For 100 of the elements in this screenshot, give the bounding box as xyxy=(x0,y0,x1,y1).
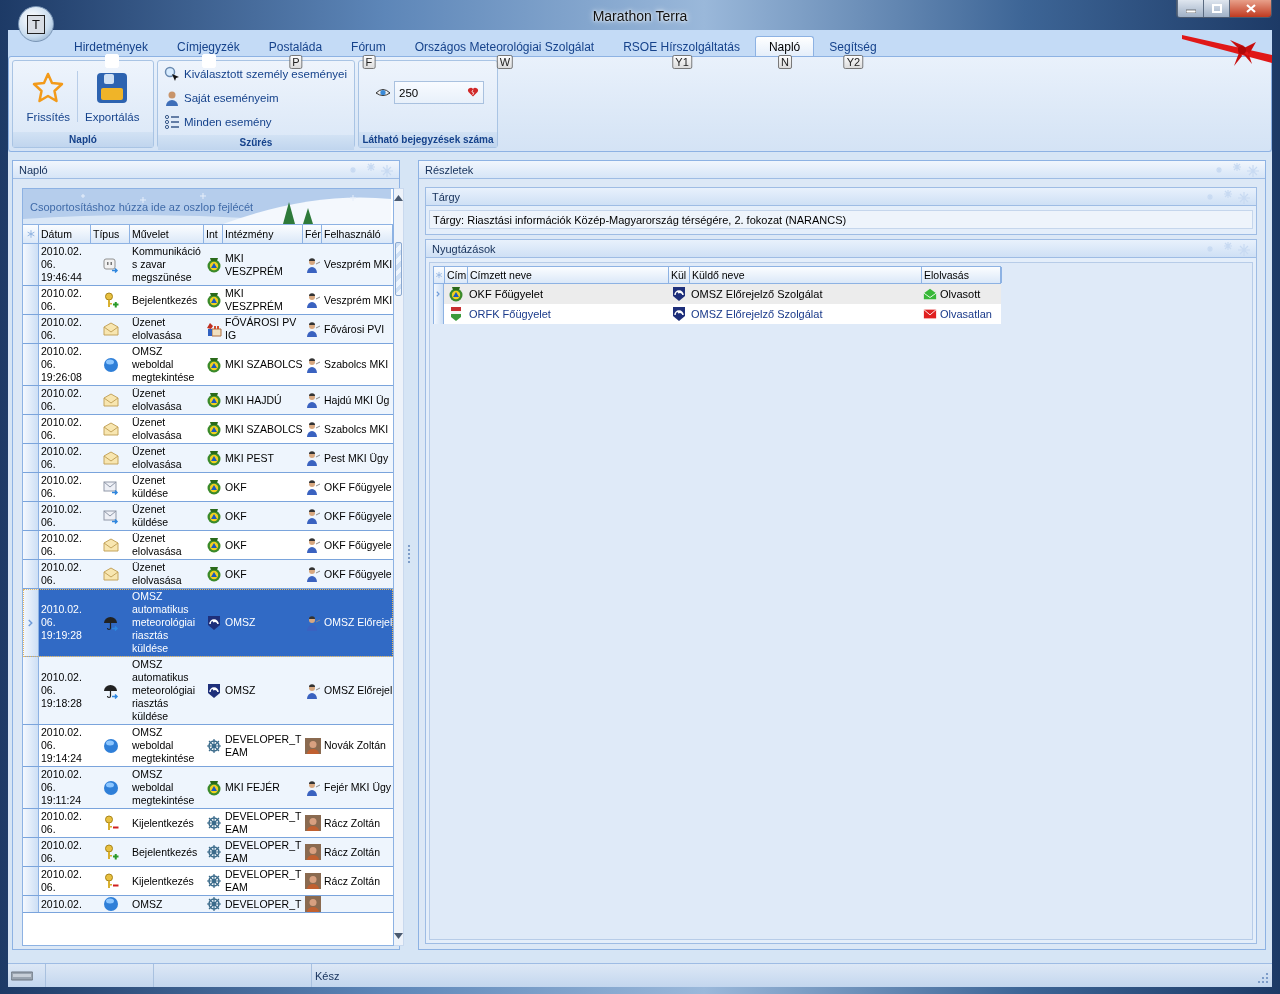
column-header[interactable]: Küldő neve xyxy=(690,267,922,283)
row-header[interactable] xyxy=(23,531,39,559)
ribbon-tab[interactable]: Hirdetmények xyxy=(60,36,163,56)
app-menu-button[interactable]: T xyxy=(18,6,54,42)
minimize-button[interactable] xyxy=(1177,0,1203,17)
close-icon xyxy=(1245,4,1256,13)
table-cell: Bejelentkezés xyxy=(132,845,198,859)
row-header[interactable] xyxy=(23,589,39,656)
splitter-grip[interactable] xyxy=(407,545,411,565)
column-header[interactable]: Elolvasás xyxy=(922,267,1002,283)
row-header[interactable] xyxy=(23,473,39,501)
table-row[interactable]: 2010.02. 06. Üzenet küldése OKF OKF Főügyele xyxy=(23,473,393,502)
table-row[interactable]: 2010.02. 06. Kijelentkezés DEVELOPER_TEAM Rácz Zoltán xyxy=(23,867,393,896)
row-header[interactable] xyxy=(433,284,444,304)
row-header[interactable] xyxy=(23,867,39,895)
ribbon-button[interactable]: Exportálás xyxy=(80,66,145,127)
envelope-icon xyxy=(102,321,119,337)
column-header[interactable]: Dátum xyxy=(39,225,91,243)
column-header[interactable] xyxy=(434,267,445,283)
table-row[interactable]: 2010.02. 06. 19:19:28 OMSZ automatikus meteorológiai riasztás küldése OMSZ OMSZ Előrejel xyxy=(23,589,393,657)
row-header[interactable] xyxy=(23,415,39,443)
ribbon-tab[interactable]: Fórum xyxy=(337,36,400,56)
row-header[interactable] xyxy=(23,725,39,766)
row-header[interactable] xyxy=(23,344,39,385)
person-icon xyxy=(304,421,321,437)
table-row[interactable]: 2010.02. OMSZ DEVELOPER_T xyxy=(23,896,393,913)
row-header[interactable] xyxy=(23,386,39,414)
ship-wheel-icon xyxy=(205,737,222,754)
column-header[interactable]: Felhasználó xyxy=(322,225,393,243)
row-header[interactable] xyxy=(433,304,444,324)
table-cell-text: 2010.02. 06. 19:26:08 xyxy=(41,345,83,384)
ribbon-tab[interactable]: RSOE Hírszolgáltatás xyxy=(609,36,754,56)
panel-title: Napló xyxy=(19,163,49,176)
row-header[interactable] xyxy=(23,657,39,724)
table-row[interactable]: 2010.02. 06. Üzenet küldése OKF OKF Főügyele xyxy=(23,502,393,531)
column-header[interactable]: Címzett neve xyxy=(468,267,669,283)
table-cell-text: 2010.02. 06. xyxy=(41,387,83,413)
close-button[interactable] xyxy=(1229,0,1271,17)
table-row[interactable]: 2010.02. 06. Kijelentkezés DEVELOPER_TEAM Rácz Zoltán xyxy=(23,809,393,838)
table-row[interactable]: 2010.02. 06. Üzenet elolvasása MKI PEST Pest MKI Ügy xyxy=(23,444,393,473)
table-row[interactable]: 2010.02. 06. Üzenet elolvasása FŐVÁROSI PV IG Fővárosi PVI xyxy=(23,315,393,344)
ribbon-tab[interactable]: Postaláda xyxy=(254,36,337,56)
row-header[interactable] xyxy=(23,767,39,808)
table-cell: OKF xyxy=(225,567,247,581)
ribbon-button[interactable]: Minden esemény xyxy=(162,111,349,133)
scrollbar-thumb[interactable] xyxy=(395,242,402,296)
row-header[interactable] xyxy=(23,286,39,314)
row-header[interactable] xyxy=(23,244,39,285)
column-header[interactable]: Típus xyxy=(91,225,130,243)
table-cell-text: OMSZ weboldal megtekintése xyxy=(132,345,196,384)
ribbon-tab[interactable]: Címjegyzék xyxy=(163,36,254,56)
row-header[interactable] xyxy=(23,838,39,866)
row-header[interactable] xyxy=(23,315,39,343)
ribbon-button[interactable]: Saját eseményeim xyxy=(162,87,349,109)
table-row[interactable]: ORFK Főügyelet OMSZ Előrejelző Szolgálat Olvasatlan xyxy=(433,304,1001,324)
table-cell: Bejelentkezés xyxy=(132,293,198,307)
table-cell: Novák Zoltán xyxy=(324,739,386,752)
table-row[interactable]: 2010.02. 06. 19:11:24 OMSZ weboldal megtekintése MKI FEJÉR Fejér MKI Ügy xyxy=(23,767,393,809)
table-cell: MKI FEJÉR xyxy=(225,781,280,794)
table-cell: Veszprém MKI xyxy=(324,258,393,271)
column-header[interactable]: Int xyxy=(204,225,223,243)
table-row[interactable]: 2010.02. 06. 19:14:24 OMSZ weboldal megtekintése DEVELOPER_TEAM Novák Zoltán xyxy=(23,725,393,767)
table-row[interactable]: 2010.02. 06. 19:46:44 Kommunikációs zavar megszünése MKI VESZPRÉM Veszprém MKI xyxy=(23,244,393,286)
umbrella-icon xyxy=(102,682,119,699)
column-header[interactable]: Művelet xyxy=(130,225,204,243)
table-row[interactable]: 2010.02. 06. Üzenet elolvasása OKF OKF Főügyele xyxy=(23,560,393,589)
person-icon xyxy=(304,779,321,796)
column-header[interactable]: Cím xyxy=(445,267,468,283)
maximize-button[interactable] xyxy=(1203,0,1229,17)
scroll-down-icon[interactable] xyxy=(394,933,403,939)
row-header[interactable] xyxy=(23,502,39,530)
table-row[interactable]: 2010.02. 06. Bejelentkezés MKI VESZPRÉM Veszprém MKI xyxy=(23,286,393,315)
ribbon-tab[interactable]: Napló xyxy=(754,36,815,56)
table-cell: OKF xyxy=(225,538,247,552)
row-header[interactable] xyxy=(23,560,39,588)
table-cell: MKI HAJDÚ xyxy=(225,393,282,407)
table-row[interactable]: 2010.02. 06. Üzenet elolvasása OKF OKF Főügyele xyxy=(23,531,393,560)
ribbon-tab[interactable]: Országos Meteorológiai Szolgálat xyxy=(400,36,609,56)
table-cell: OKF Főügyelet xyxy=(469,288,543,300)
row-header[interactable] xyxy=(23,444,39,472)
column-header[interactable]: Fér xyxy=(303,225,322,243)
column-header[interactable]: Intézmény xyxy=(223,225,303,243)
table-row[interactable]: 2010.02. 06. Üzenet elolvasása MKI SZABOLCS Szabolcs MKI xyxy=(23,415,393,444)
table-row[interactable]: 2010.02. 06. Bejelentkezés DEVELOPER_TEAM Rácz Zoltán xyxy=(23,838,393,867)
ribbon-tab[interactable]: Segítség xyxy=(815,36,891,56)
row-header[interactable] xyxy=(23,809,39,837)
count-field[interactable]: 250 xyxy=(394,81,484,104)
table-row[interactable]: 2010.02. 06. 19:18:28 OMSZ automatikus meteorológiai riasztás küldése OMSZ OMSZ Előrejel xyxy=(23,657,393,725)
scroll-up-icon[interactable] xyxy=(394,195,403,201)
resize-grip-icon[interactable] xyxy=(1257,972,1269,984)
table-cell: MKI PEST xyxy=(225,451,274,465)
column-header[interactable]: Kül xyxy=(669,267,690,283)
table-row[interactable]: 2010.02. 06. Üzenet elolvasása MKI HAJDÚ Hajdú MKI Üg xyxy=(23,386,393,415)
table-cell-text: 2010.02. 06. xyxy=(41,561,83,587)
table-row[interactable]: 2010.02. 06. 19:26:08 OMSZ weboldal megtekintése MKI SZABOLCS Szabolcs MKI xyxy=(23,344,393,386)
table-row[interactable]: OKF Főügyelet OMSZ Előrejelző Szolgálat Olvasott xyxy=(433,284,1001,304)
table-cell: Hajdú MKI Üg xyxy=(324,393,390,407)
table-cell: Rácz Zoltán xyxy=(324,845,381,859)
ribbon-button[interactable]: Frissítés xyxy=(21,66,76,127)
row-header[interactable] xyxy=(23,896,39,912)
